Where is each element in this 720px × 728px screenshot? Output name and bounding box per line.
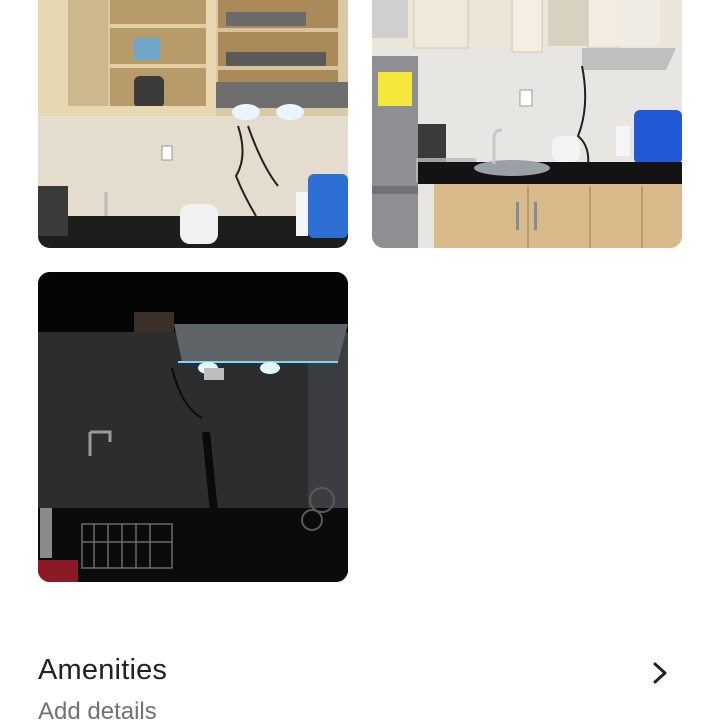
chevron-right-icon[interactable]: [648, 660, 672, 686]
amenities-title: Amenities: [38, 654, 168, 686]
listing-edit-page: Amenities Add details: [0, 0, 720, 728]
amenities-subtitle: Add details: [38, 698, 157, 725]
kitchen-counter-photo[interactable]: [372, 0, 682, 248]
kitchen-counter-image: [372, 0, 682, 248]
amenities-row[interactable]: Amenities Add details: [38, 648, 680, 728]
kitchen-cabinets-image: [38, 0, 348, 248]
kitchen-cabinets-photo[interactable]: [38, 0, 348, 248]
kitchen-dark-photo[interactable]: [38, 272, 348, 582]
kitchen-dark-image: [38, 272, 348, 582]
